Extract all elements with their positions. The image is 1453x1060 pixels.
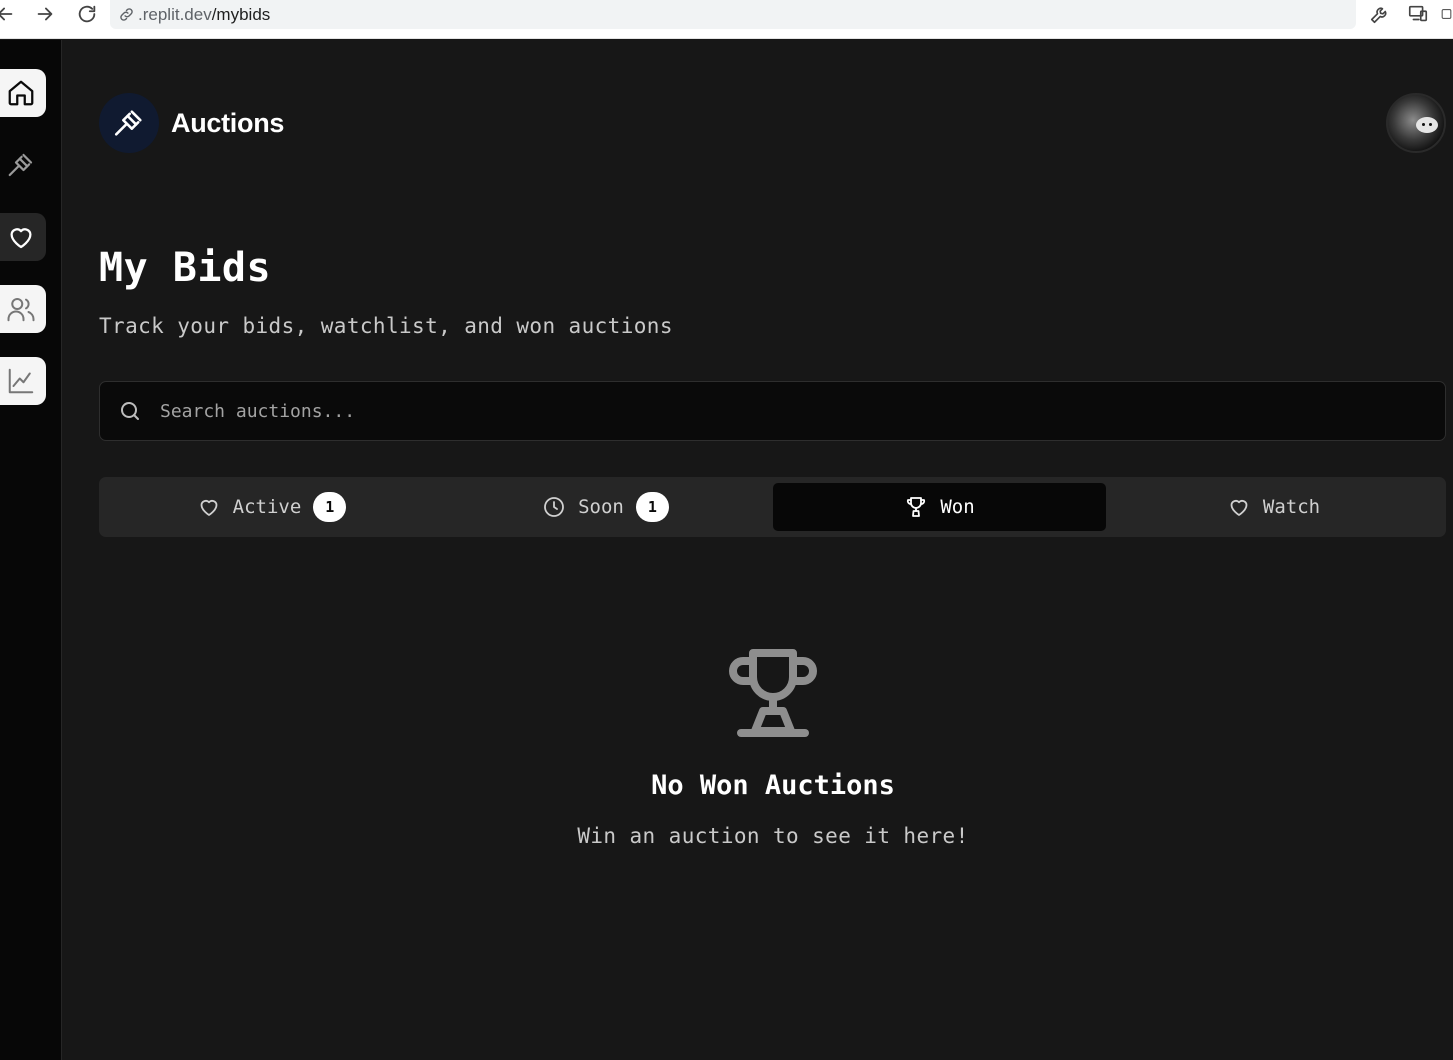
page-subtitle: Track your bids, watchlist, and won auct… [99, 314, 673, 338]
browser-toolbar: .replit.dev/mybids [0, 0, 1453, 39]
gavel-icon [8, 153, 33, 177]
heart-icon [10, 228, 32, 249]
page-title: My Bids [99, 245, 272, 291]
tab-bar: Active 1 Soon 1 Won Watch [99, 477, 1446, 537]
tab-label: Won [940, 496, 975, 518]
avatar-image [1416, 117, 1438, 133]
wrench-icon [1370, 7, 1387, 23]
search-input[interactable] [160, 382, 1445, 440]
sidebar-item-users[interactable] [0, 285, 46, 333]
search-icon [121, 402, 139, 420]
back-button[interactable] [0, 0, 18, 27]
panel-button[interactable] [1440, 0, 1453, 27]
sidebar [0, 40, 62, 1060]
chart-icon [8, 368, 34, 394]
tab-label: Active [232, 496, 302, 518]
reload-button[interactable] [74, 0, 100, 27]
app-name: Auctions [171, 107, 285, 138]
avatar-image-detail [1422, 123, 1425, 126]
arrow-left-icon [0, 7, 13, 20]
gavel-icon [114, 110, 142, 136]
address-bar[interactable]: .replit.dev/mybids [110, 0, 1356, 29]
tab-watch[interactable]: Watch [1107, 483, 1440, 531]
tab-won[interactable]: Won [773, 483, 1106, 531]
tab-label: Soon [578, 496, 624, 518]
clock-icon [544, 497, 565, 517]
sidebar-item-analytics[interactable] [0, 357, 46, 405]
tab-label: Watch [1262, 496, 1321, 518]
forward-button[interactable] [32, 0, 58, 27]
url-path: /mybids [211, 4, 271, 24]
avatar-image-detail [1429, 123, 1432, 126]
users-icon [7, 298, 35, 322]
sidebar-item-home[interactable] [0, 69, 46, 117]
reload-icon [78, 5, 96, 22]
devtools-button[interactable] [1366, 0, 1394, 27]
arrow-right-icon [37, 7, 53, 20]
tab-active[interactable]: Active 1 [105, 483, 438, 531]
avatar[interactable] [1386, 93, 1446, 153]
devices-icon [1408, 5, 1428, 21]
heart-icon [200, 499, 218, 516]
empty-state-title: No Won Auctions [651, 770, 895, 801]
empty-state-message: Win an auction to see it here! [577, 824, 969, 848]
device-toggle-button[interactable] [1404, 0, 1432, 27]
sidebar-item-watchlist[interactable] [0, 213, 46, 261]
brand[interactable]: Auctions [99, 93, 284, 153]
tab-soon[interactable]: Soon 1 [439, 483, 772, 531]
search-bar [99, 381, 1446, 441]
link-icon [120, 8, 133, 21]
trophy-icon [907, 497, 926, 517]
heart-icon [1230, 499, 1248, 516]
count-badge: 1 [635, 492, 669, 522]
count-badge: 1 [313, 492, 347, 522]
sidebar-item-auctions[interactable] [0, 141, 46, 189]
panel-icon [1441, 8, 1452, 19]
home-icon [8, 80, 34, 106]
brand-logo [99, 93, 159, 153]
trophy-icon [729, 649, 817, 737]
url-domain: .replit.dev [138, 4, 212, 24]
